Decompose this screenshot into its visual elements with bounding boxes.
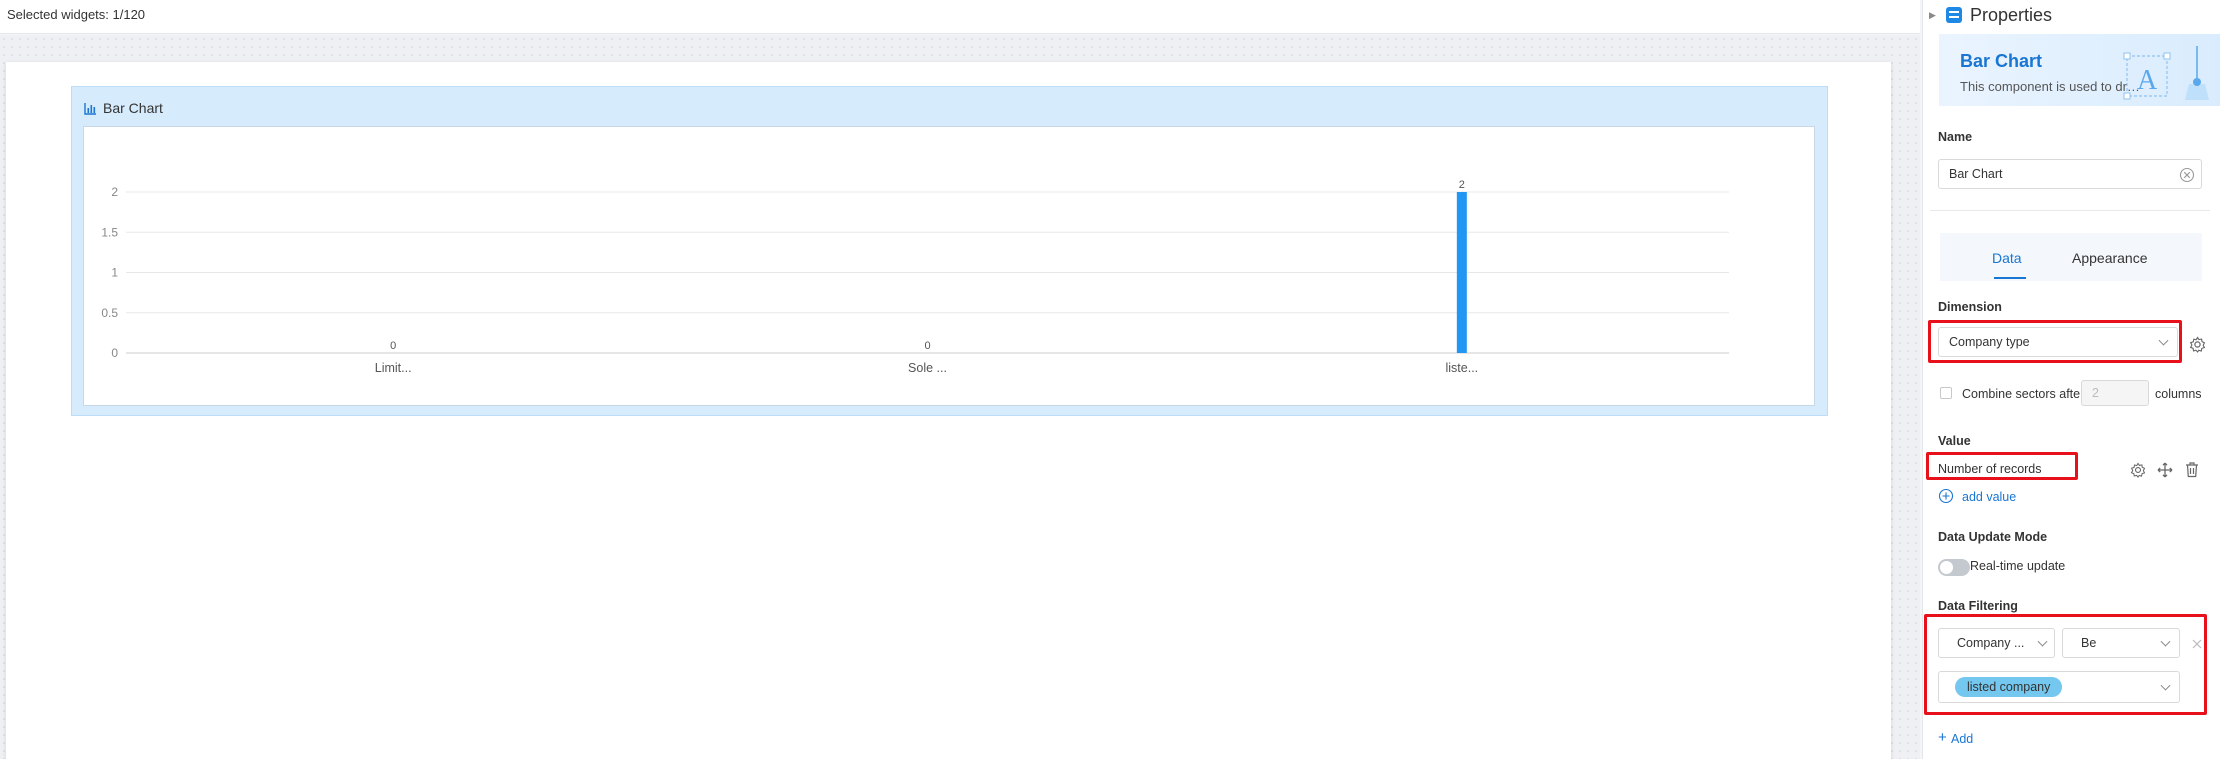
dimension-label: Dimension: [1938, 300, 2002, 314]
clear-icon[interactable]: [2179, 167, 2195, 183]
component-info: Bar Chart This component is used to dra.…: [1939, 34, 2220, 106]
panel-title: Properties: [1970, 4, 2053, 25]
component-title: Bar Chart: [1960, 51, 2043, 71]
properties-icon: [1946, 7, 1962, 23]
realtime-update-toggle[interactable]: [1938, 559, 1970, 576]
tab-appearance[interactable]: Appearance: [2072, 250, 2148, 266]
divider: [1930, 210, 2210, 211]
text-design-icon: A: [2123, 46, 2209, 100]
value-settings-gear-icon[interactable]: [2130, 462, 2146, 478]
add-filter-link[interactable]: Add: [1951, 732, 1973, 746]
y-tick-label: 1.5: [101, 225, 118, 239]
add-value-icon[interactable]: [1938, 488, 1954, 504]
realtime-update-label: Real-time update: [1970, 559, 2066, 573]
selected-widgets-count: Selected widgets: 1/120: [7, 7, 146, 22]
x-tick-label: Sole ...: [908, 361, 947, 375]
data-update-mode-label: Data Update Mode: [1938, 530, 2048, 544]
dashboard-page[interactable]: Bar Chart 0 0.5 1 1.5 2 0 Limit... 0 Sole ... 2 li…: [6, 62, 1891, 759]
combine-columns-input[interactable]: 2: [2081, 380, 2149, 406]
name-input-value: Bar Chart: [1949, 167, 2003, 181]
panel-tabs: Data Appearance: [1940, 233, 2202, 281]
add-value-link[interactable]: add value: [1962, 490, 2016, 504]
highlight-dimension: [1928, 320, 2182, 363]
value-label: Value: [1938, 434, 1971, 448]
delete-icon[interactable]: [2184, 461, 2200, 478]
name-label: Name: [1938, 130, 1973, 144]
widget-title: Bar Chart: [103, 100, 163, 116]
toolbar: Selected widgets: 1/120: [0, 0, 1920, 34]
svg-text:A: A: [2137, 65, 2158, 96]
y-tick-label: 0.5: [101, 306, 118, 320]
y-tick-label: 1: [111, 266, 118, 280]
active-tab-indicator: [1994, 277, 2026, 279]
data-label: 0: [924, 340, 930, 352]
x-tick-label: Limit...: [375, 361, 412, 375]
combine-sectors-label: Combine sectors after: [1962, 387, 2085, 401]
expand-caret-icon[interactable]: ▶: [1929, 10, 1943, 21]
columns-label: columns: [2155, 387, 2202, 401]
move-icon[interactable]: [2157, 462, 2173, 478]
data-filtering-label: Data Filtering: [1938, 599, 2018, 613]
add-filter-icon[interactable]: +: [1938, 729, 1947, 746]
combine-columns-placeholder: 2: [2092, 386, 2099, 400]
chart-area: 0 0.5 1 1.5 2 0 Limit... 0 Sole ... 2 liste...: [83, 126, 1815, 406]
y-tick-label: 0: [111, 346, 118, 360]
highlight-value: [1926, 452, 2078, 480]
highlight-filter: [1924, 614, 2207, 715]
bar-chart-icon: [84, 102, 96, 115]
component-description: This component is used to dra...: [1960, 79, 2140, 94]
bar: [1456, 192, 1467, 353]
toggle-knob: [1940, 561, 1953, 574]
tab-data[interactable]: Data: [1992, 250, 2022, 266]
data-label: 2: [1459, 179, 1465, 191]
bar-chart: 0 0.5 1 1.5 2 0 Limit... 0 Sole ... 2 liste...: [101, 179, 1729, 375]
dimension-settings-gear-icon[interactable]: [2189, 336, 2206, 353]
y-tick-label: 2: [111, 185, 118, 199]
data-label: 0: [390, 340, 396, 352]
x-tick-label: liste...: [1446, 361, 1479, 375]
combine-sectors-checkbox[interactable]: [1940, 387, 1952, 399]
panel-header[interactable]: ▶ Properties: [1923, 0, 2220, 30]
design-canvas[interactable]: Bar Chart 0 0.5 1 1.5 2 0 Limit... 0 Sole ... 2 li…: [0, 35, 1920, 759]
bar-chart-widget[interactable]: Bar Chart 0 0.5 1 1.5 2 0 Limit... 0 Sole ... 2 li…: [71, 86, 1828, 416]
widget-header: Bar Chart: [84, 99, 163, 117]
name-input[interactable]: Bar Chart: [1938, 159, 2202, 189]
